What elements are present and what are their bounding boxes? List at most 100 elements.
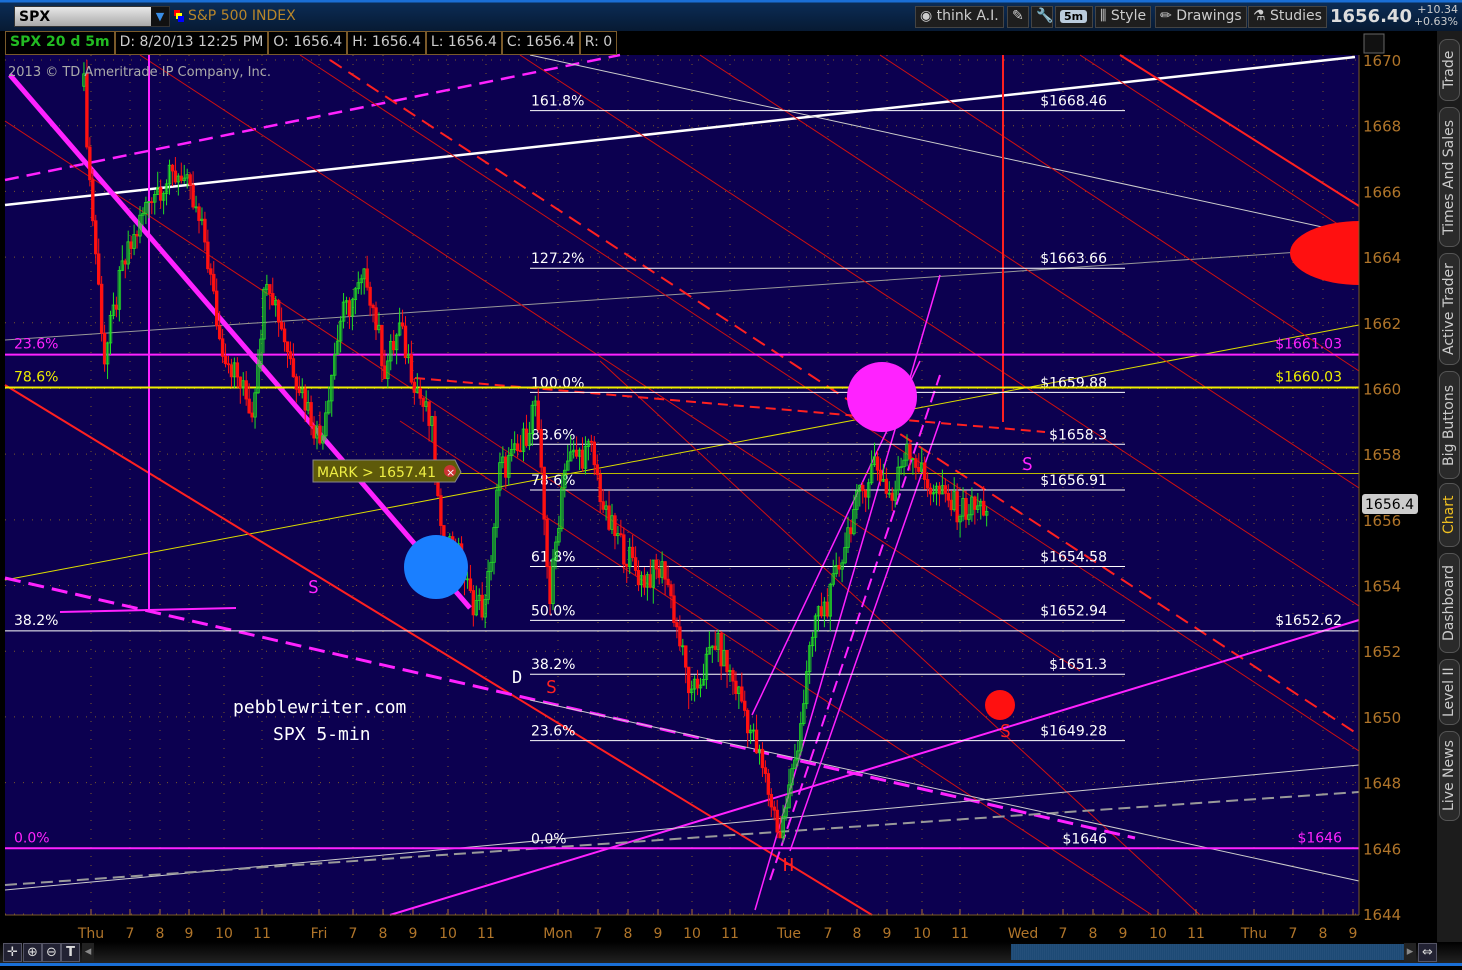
- candle-body: [247, 398, 251, 414]
- candle-body: [471, 590, 476, 616]
- candle-body: [114, 304, 119, 310]
- x-tick-label: 7: [349, 926, 358, 942]
- horizontal-scrollbar[interactable]: [1011, 944, 1404, 960]
- zoom-out-icon[interactable]: ⊖: [42, 943, 61, 962]
- candle-body: [982, 500, 986, 516]
- candle-body: [291, 358, 296, 378]
- candle-body: [946, 492, 950, 501]
- drawings-button[interactable]: ✏ Drawings: [1155, 6, 1247, 28]
- tab-times-and-sales[interactable]: Times And Sales: [1439, 107, 1460, 247]
- last-price: 1656.40: [1330, 6, 1412, 27]
- candle-body: [725, 649, 729, 673]
- tab-dashboard[interactable]: Dashboard: [1439, 553, 1460, 653]
- candle-body: [409, 354, 414, 383]
- symbol-dropdown-icon[interactable]: ▼: [151, 7, 169, 26]
- copyright: 2013 © TD Ameritrade IP Company, Inc.: [8, 65, 271, 80]
- fib-percent: 0.0%: [531, 831, 567, 847]
- level-percent: 78.6%: [14, 369, 58, 385]
- link-color-icon[interactable]: [174, 10, 184, 22]
- x-tick-label: 7: [594, 926, 603, 942]
- candle-body: [312, 425, 316, 439]
- symbol-input[interactable]: SPX ▼: [14, 6, 170, 27]
- candle-body: [719, 633, 723, 667]
- x-tick-label: 8: [624, 926, 633, 942]
- x-tick-label: 10: [683, 926, 701, 942]
- bar-low: L: 1656.4: [425, 31, 502, 55]
- bar-high: H: 1656.4: [347, 31, 426, 55]
- candle-body: [923, 462, 927, 480]
- candle-body: [99, 283, 104, 334]
- net-change: +10.34 +0.63%: [1413, 4, 1458, 28]
- fib-price: $1656.91: [1040, 473, 1107, 489]
- candle-body: [368, 286, 372, 306]
- tab-active-trader[interactable]: Active Trader: [1439, 253, 1460, 365]
- scroll-right-icon[interactable]: ▸: [1404, 943, 1416, 962]
- expand-icon[interactable]: ⇔: [1418, 943, 1437, 962]
- scroll-left-icon[interactable]: ◂: [82, 943, 94, 962]
- candle-body: [158, 187, 163, 201]
- pin-icon[interactable]: ✎: [1007, 6, 1029, 28]
- blue-circle-marker[interactable]: [404, 535, 468, 599]
- candle-body: [271, 293, 275, 306]
- candle-body: [123, 260, 127, 265]
- close-mark-glyph: ×: [446, 466, 455, 479]
- crosshair-icon[interactable]: ✛: [3, 943, 22, 962]
- s-label: S: [546, 677, 557, 698]
- price-chart[interactable]: 161.8% $1668.46127.2% $1663.66100.0% $1659.…: [0, 31, 1437, 942]
- candle-body: [630, 546, 635, 559]
- zoom-in-icon[interactable]: ⊕: [23, 943, 42, 962]
- level-price: $1646: [1297, 830, 1342, 846]
- x-tick-label: Thu: [1240, 926, 1267, 942]
- candle-body: [427, 401, 431, 426]
- fib-price: $1652.94: [1040, 603, 1107, 619]
- think-label: think A.I.: [936, 8, 999, 24]
- red-circle-marker[interactable]: [985, 690, 1015, 720]
- y-tick-label: 1646: [1363, 840, 1401, 858]
- candle-body: [206, 241, 210, 270]
- candle-body: [648, 574, 653, 588]
- x-tick-label: 8: [379, 926, 388, 942]
- mark-label[interactable]: MARK > 1657.41 ×: [312, 459, 462, 483]
- bar-close: C: 1656.4: [501, 31, 580, 55]
- candle-body: [740, 686, 744, 702]
- candle-body: [288, 351, 293, 360]
- candle-body: [170, 164, 175, 172]
- cursor-mode-icon[interactable]: [1363, 33, 1385, 54]
- candle-body: [303, 388, 307, 411]
- x-tick-label: 11: [1187, 926, 1205, 942]
- candle-body: [746, 710, 750, 734]
- wrench-icon[interactable]: 🔧: [1031, 6, 1053, 28]
- pencil-icon: ✏: [1160, 8, 1172, 24]
- candle-body: [955, 491, 959, 523]
- candle-body: [223, 355, 228, 365]
- x-tick-label: 11: [253, 926, 271, 942]
- candle-body: [917, 467, 921, 472]
- tab-chart[interactable]: Chart: [1439, 483, 1460, 547]
- candle-body: [285, 341, 290, 353]
- tab-level-ii[interactable]: Level II: [1439, 659, 1460, 725]
- candle-body: [279, 321, 284, 330]
- tab-big-buttons[interactable]: Big Buttons: [1439, 371, 1460, 479]
- style-button[interactable]: ⫼ Style: [1095, 6, 1152, 28]
- s-label: S: [308, 577, 319, 598]
- candle-body: [235, 362, 240, 378]
- tab-live-news[interactable]: Live News: [1439, 731, 1460, 821]
- think-ai-button[interactable]: ◉ think A.I.: [915, 6, 1004, 28]
- candle-body: [636, 570, 641, 586]
- level-percent: 0.0%: [14, 830, 50, 846]
- x-tick-label: 7: [824, 926, 833, 942]
- aggregation-button[interactable]: 5m: [1055, 6, 1093, 28]
- candle-body: [908, 444, 912, 460]
- tab-trade[interactable]: Trade: [1439, 39, 1460, 101]
- y-tick-label: 1668: [1363, 118, 1401, 136]
- candle-body: [309, 402, 313, 427]
- studies-button[interactable]: ⚗ Studies: [1248, 6, 1327, 28]
- x-tick-label: 9: [654, 926, 663, 942]
- y-tick-label: 1648: [1363, 775, 1401, 793]
- candle-body: [684, 645, 688, 668]
- style-label: Style: [1110, 8, 1147, 24]
- candle-body: [294, 376, 299, 390]
- magenta-circle-marker[interactable]: [847, 362, 917, 432]
- text-tool-icon[interactable]: T: [61, 943, 80, 962]
- candle-body: [545, 518, 549, 567]
